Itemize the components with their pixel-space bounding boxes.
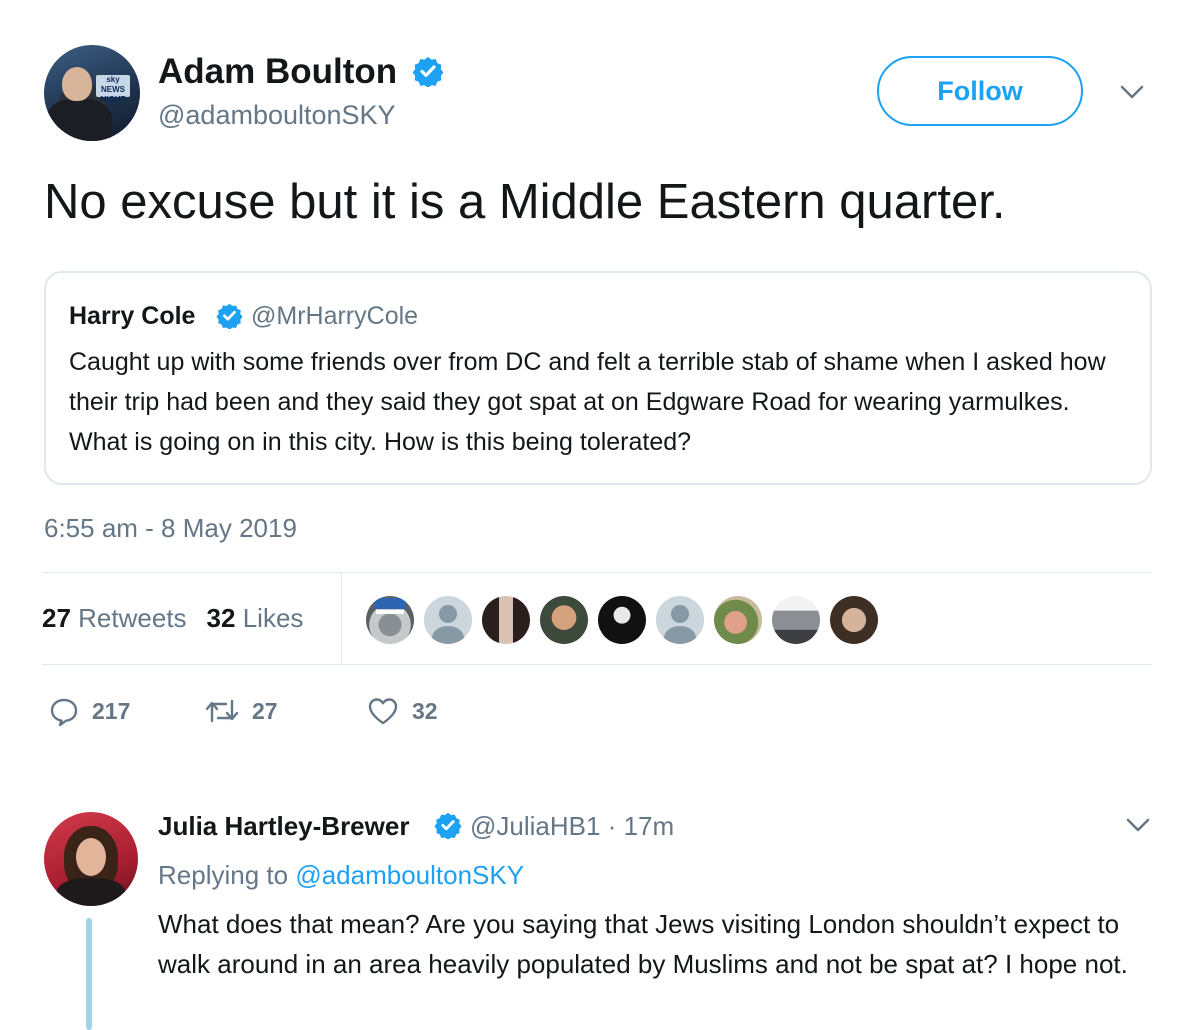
author-name[interactable]: Adam Boulton (158, 52, 397, 92)
quoted-tweet-text: Caught up with some friends over from DC… (69, 348, 1106, 456)
verified-badge-icon (434, 812, 462, 839)
quoted-author-handle: @MrHarryCole (251, 302, 419, 330)
reply-icon (50, 698, 78, 727)
like-count: 32 (412, 697, 438, 724)
retweets-count: 27 (42, 603, 71, 633)
reply-author-meta: @JuliaHB1 · 17m (470, 811, 674, 842)
like-action[interactable]: 32 (366, 695, 438, 727)
author-handle[interactable]: @adamboultonSKY (158, 100, 396, 131)
chevron-down-icon[interactable] (1124, 815, 1152, 835)
divider (341, 573, 342, 665)
sky-news-logo: sky NEWS NIGHT (96, 75, 130, 104)
liker-avatar[interactable] (366, 596, 414, 644)
liker-avatar[interactable] (598, 596, 646, 644)
heart-icon (368, 698, 398, 725)
liker-avatar[interactable] (656, 596, 704, 644)
retweets-stat[interactable]: 27 Retweets (42, 603, 187, 633)
reply-author-avatar[interactable] (44, 812, 138, 906)
quoted-author-name: Harry Cole (69, 302, 196, 330)
liker-avatar[interactable] (482, 596, 530, 644)
likes-count: 32 (206, 603, 236, 633)
retweet-icon (205, 699, 239, 723)
follow-button[interactable]: Follow (877, 56, 1083, 126)
tweet-timestamp[interactable]: 6:55 am - 8 May 2019 (44, 513, 297, 544)
liker-avatar[interactable] (424, 596, 472, 644)
reply-author-handle[interactable]: @JuliaHB1 (470, 811, 600, 841)
tweet-text: No excuse but it is a Middle Eastern qua… (44, 175, 1006, 229)
retweets-label: Retweets (78, 603, 187, 633)
verified-badge-icon (412, 57, 444, 87)
reply-count: 217 (92, 697, 131, 724)
divider (42, 664, 1152, 665)
meta-separator: · (607, 811, 617, 841)
liker-avatar[interactable] (714, 596, 762, 644)
chevron-down-icon[interactable] (1118, 82, 1146, 102)
reply-text: What does that mean? Are you saying that… (158, 909, 1128, 979)
divider (42, 572, 1152, 573)
retweet-count: 27 (252, 697, 278, 724)
reply-time[interactable]: 17m (624, 811, 675, 841)
liker-avatar[interactable] (540, 596, 588, 644)
author-avatar[interactable]: sky NEWS NIGHT (44, 45, 140, 141)
reply-author-name[interactable]: Julia Hartley-Brewer (158, 811, 409, 842)
likes-stat[interactable]: 32 Likes (207, 603, 304, 633)
verified-badge-icon (216, 303, 243, 329)
retweet-action[interactable]: 27 (204, 695, 278, 727)
reply-action[interactable]: 217 (48, 695, 130, 727)
likers-avatars (366, 596, 878, 644)
liker-avatar[interactable] (830, 596, 878, 644)
replying-to-line: Replying to @adamboultonSKY (158, 860, 524, 891)
liker-avatar[interactable] (772, 596, 820, 644)
replying-to-link[interactable]: @adamboultonSKY (295, 860, 524, 890)
likes-label: Likes (242, 603, 304, 633)
thread-line (86, 918, 92, 1030)
replying-to-label: Replying to (158, 860, 289, 890)
engagement-stats: 27 Retweets 32 Likes (42, 603, 303, 634)
